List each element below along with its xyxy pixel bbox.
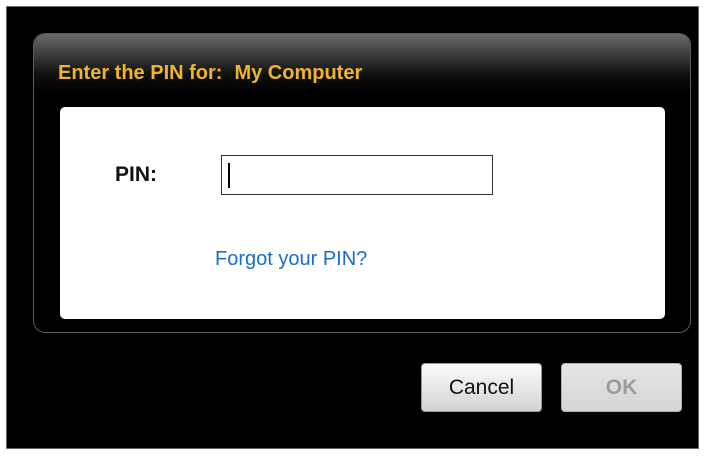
- dialog-title: Enter the PIN for: My Computer: [58, 62, 362, 85]
- text-caret: [228, 163, 230, 188]
- pin-dialog-window: Enter the PIN for: My Computer PIN: Forgo…: [6, 6, 699, 449]
- title-prefix: Enter the PIN for:: [58, 62, 223, 84]
- pin-dialog-panel: Enter the PIN for: My Computer PIN: Forgo…: [33, 33, 691, 333]
- pin-input[interactable]: [221, 155, 493, 195]
- title-target: My Computer: [234, 62, 363, 84]
- title-bar: Enter the PIN for: My Computer: [34, 34, 690, 92]
- ok-button[interactable]: OK: [561, 363, 682, 412]
- forgot-pin-link[interactable]: Forgot your PIN?: [215, 248, 367, 271]
- pin-label: PIN:: [115, 163, 157, 186]
- pin-content-area: PIN: Forgot your PIN?: [60, 107, 665, 319]
- cancel-button[interactable]: Cancel: [421, 363, 542, 412]
